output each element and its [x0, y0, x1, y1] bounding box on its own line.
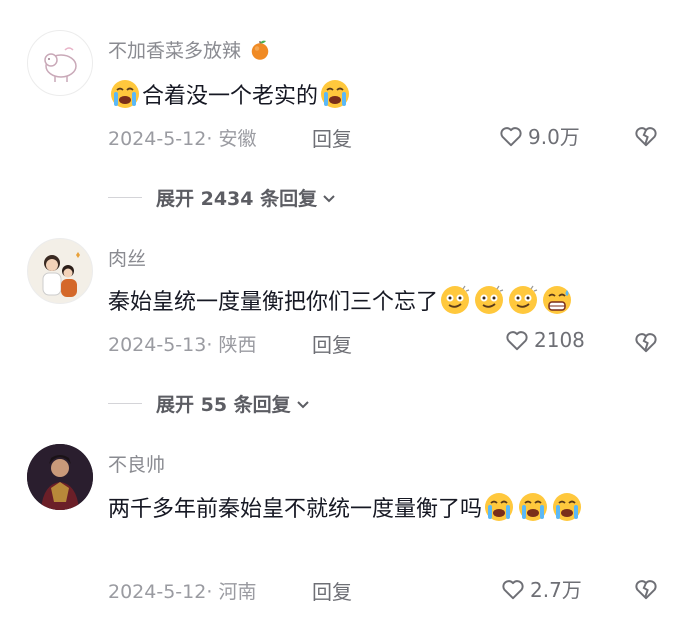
like-count: 2.7万 — [530, 578, 582, 602]
comment-text-body: 秦始皇统一度量衡把你们三个忘了 — [108, 290, 439, 315]
heart-icon — [502, 579, 524, 599]
comment-date: 2024-5-13 — [108, 334, 207, 356]
reply-button[interactable]: 回复 — [312, 329, 352, 358]
avatar[interactable] — [27, 444, 93, 510]
comment-text: 秦始皇统一度量衡把你们三个忘了 — [108, 284, 574, 316]
broken-heart-icon[interactable] — [633, 329, 659, 355]
comment-location: 陕西 — [218, 334, 257, 356]
like-button[interactable]: 2108 — [504, 327, 585, 353]
comment-meta: 2024-5-13· 陕西 — [108, 330, 256, 357]
comment-location: 安徽 — [218, 128, 257, 150]
meta-separator: · — [206, 334, 219, 356]
expand-replies-button[interactable]: 展开 55 条回复 — [108, 390, 311, 417]
divider-line — [108, 403, 142, 404]
username[interactable]: 肉丝 — [108, 244, 146, 271]
grimace-sweat-emoji-icon — [543, 286, 572, 314]
heart-icon — [500, 126, 522, 146]
crying-face-emoji-icon — [321, 80, 350, 108]
reply-button[interactable]: 回复 — [312, 123, 352, 152]
orange-emoji-icon — [251, 40, 269, 60]
smirk-face-emoji-icon — [441, 285, 470, 314]
sheep-avatar-icon — [44, 47, 77, 82]
comment-meta: 2024-5-12· 河南 — [108, 577, 256, 604]
like-button[interactable]: 2.7万 — [500, 574, 582, 603]
comment-text: 合着没一个老实的 — [108, 78, 352, 110]
divider-line — [108, 197, 142, 198]
comment-text: 两千多年前秦始皇不就统一度量衡了吗 — [108, 489, 668, 530]
couple-avatar-icon — [42, 252, 80, 297]
chevron-down-icon — [323, 194, 335, 202]
like-count: 2108 — [534, 328, 585, 352]
smirk-face-emoji-icon — [475, 285, 504, 314]
smirk-face-emoji-icon — [509, 285, 538, 314]
warrior-avatar-icon — [27, 444, 93, 510]
crying-face-emoji-icon — [519, 493, 548, 521]
comment-text-body: 合着没一个老实的 — [142, 84, 319, 109]
username-text: 不加香菜多放辣 — [108, 40, 242, 62]
like-button[interactable]: 9.0万 — [498, 121, 580, 150]
comment-location: 河南 — [218, 581, 257, 603]
comment-text-body: 两千多年前秦始皇不就统一度量衡了吗 — [108, 497, 483, 522]
broken-heart-icon[interactable] — [633, 123, 659, 149]
broken-heart-icon[interactable] — [633, 576, 659, 602]
expand-label: 展开 55 条回复 — [156, 394, 291, 416]
username[interactable]: 不良帅 — [108, 450, 165, 477]
heart-icon — [506, 331, 528, 351]
crying-face-emoji-icon — [111, 80, 139, 108]
comment-date: 2024-5-12 — [108, 581, 207, 603]
comment-meta: 2024-5-12· 安徽 — [108, 124, 256, 151]
chevron-down-icon — [296, 400, 309, 408]
comment-date: 2024-5-12 — [108, 128, 207, 150]
like-count: 9.0万 — [528, 125, 580, 149]
expand-label: 展开 2434 条回复 — [156, 188, 318, 210]
username[interactable]: 不加香菜多放辣 — [108, 36, 273, 63]
reply-button[interactable]: 回复 — [312, 576, 352, 605]
meta-separator: · — [206, 128, 219, 150]
expand-replies-button[interactable]: 展开 2434 条回复 — [108, 184, 337, 211]
crying-face-emoji-icon — [553, 493, 582, 521]
meta-separator: · — [206, 581, 219, 603]
crying-face-emoji-icon — [485, 493, 514, 521]
avatar[interactable] — [27, 238, 93, 304]
avatar[interactable] — [27, 30, 93, 96]
